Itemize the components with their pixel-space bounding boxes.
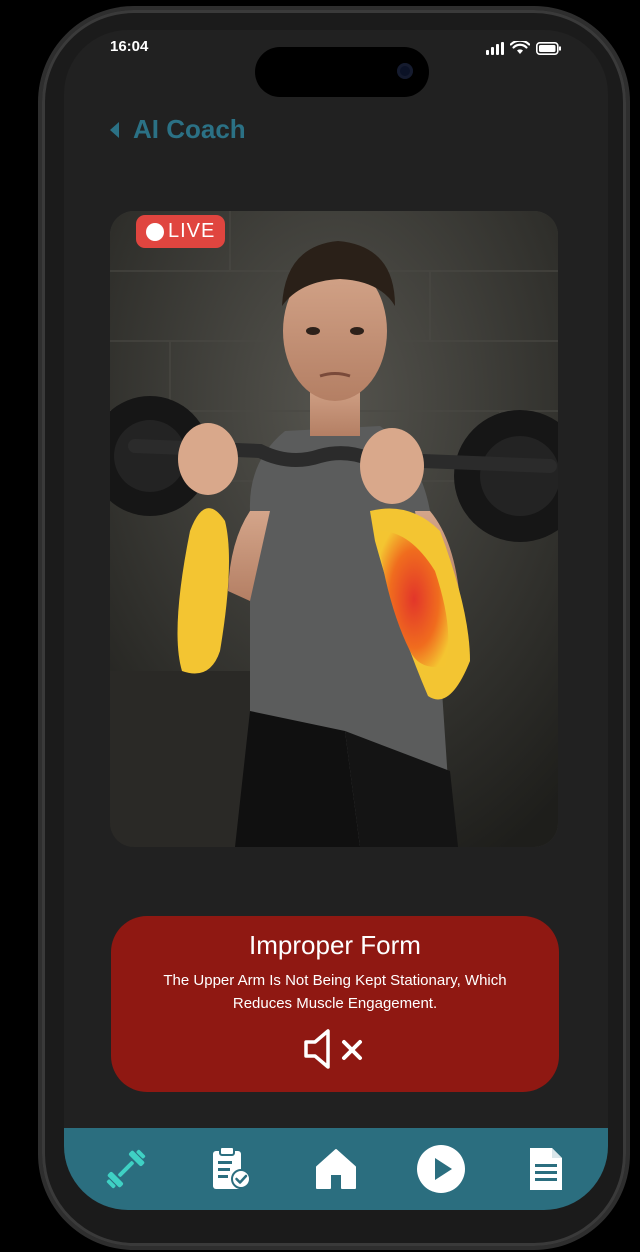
nav-item-document[interactable] <box>516 1139 576 1199</box>
live-label: LIVE <box>168 220 216 242</box>
dumbbell-icon <box>107 1149 146 1189</box>
volume-muted-icon[interactable] <box>302 1027 368 1075</box>
bottom-nav <box>64 1128 608 1210</box>
nav-item-home[interactable] <box>306 1139 366 1199</box>
home-icon <box>315 1149 356 1189</box>
nav-item-play[interactable] <box>411 1139 471 1199</box>
feedback-message: The Upper Arm Is Not Being Kept Stationa… <box>163 972 507 1012</box>
dynamic-island <box>255 47 429 97</box>
chevron-left-icon[interactable] <box>110 121 119 138</box>
play-circle-icon <box>416 1145 465 1193</box>
nav-item-workout[interactable] <box>96 1139 156 1199</box>
page-title: AI Coach <box>133 114 246 144</box>
wifi-icon <box>510 41 530 54</box>
status-icons <box>486 41 562 55</box>
nav-item-plan[interactable] <box>201 1139 261 1199</box>
document-icon <box>529 1148 562 1190</box>
workout-video-image <box>110 211 558 847</box>
live-camera-feed: LIVE <box>110 211 558 847</box>
signal-icon <box>486 42 504 55</box>
form-feedback-card: Improper Form The Upper Arm Is Not Being… <box>111 916 559 1092</box>
status-time: 16:04 <box>110 38 149 55</box>
battery-icon <box>536 42 561 55</box>
clipboard-check-icon <box>213 1146 252 1189</box>
feedback-title: Improper Form <box>249 930 421 960</box>
record-dot-icon <box>146 222 164 241</box>
live-badge: LIVE <box>136 215 226 248</box>
app-screen: 16:04 AI Coach LIVE Improper Form The Up… <box>64 30 608 1210</box>
page-header: AI Coach <box>110 114 246 145</box>
camera-icon <box>397 63 413 79</box>
